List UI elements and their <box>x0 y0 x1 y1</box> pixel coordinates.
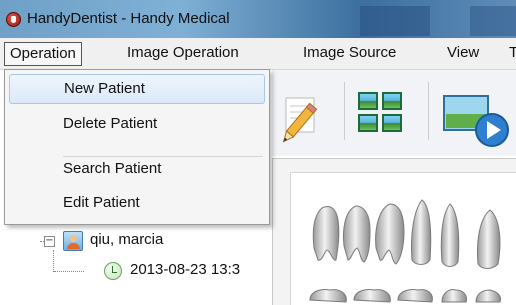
window-title: HandyDentist - Handy Medical <box>27 10 230 27</box>
app-icon <box>6 12 21 27</box>
toolbar-separator <box>344 82 345 140</box>
tree-connector <box>54 271 84 272</box>
patient-icon <box>63 231 83 251</box>
tree-patient-name[interactable]: qiu, marcia <box>90 231 163 248</box>
title-bar-region <box>360 6 430 36</box>
toolbar-separator <box>428 82 429 140</box>
menu-image-source[interactable]: Image Source <box>298 42 401 66</box>
tree-connector <box>53 250 54 272</box>
title-bar: HandyDentist - Handy Medical <box>0 0 516 38</box>
menu-item-new-patient[interactable]: New Patient <box>9 74 265 104</box>
tooth-chart-icon[interactable] <box>300 190 516 305</box>
slideshow-play-icon[interactable] <box>442 88 512 148</box>
visit-clock-icon <box>104 262 122 280</box>
menu-more[interactable]: T <box>504 42 516 66</box>
menu-item-edit-patient[interactable]: Edit Patient <box>9 188 265 218</box>
menu-image-operation[interactable]: Image Operation <box>122 42 244 66</box>
grid-view-icon[interactable] <box>358 92 406 136</box>
tree-visit-date[interactable]: 2013-08-23 13:3 <box>130 261 272 278</box>
pencil-icon[interactable] <box>272 92 320 152</box>
operation-dropdown-menu: New Patient Delete Patient Search Patien… <box>4 69 270 225</box>
menu-bar: Operation Image Operation Image Source V… <box>0 38 516 70</box>
title-bar-region <box>470 6 516 36</box>
collapse-icon[interactable]: − <box>44 236 55 247</box>
menu-item-search-patient[interactable]: Search Patient <box>9 154 265 184</box>
menu-item-delete-patient[interactable]: Delete Patient <box>9 109 265 139</box>
menu-operation[interactable]: Operation <box>4 42 82 66</box>
menu-view[interactable]: View <box>442 42 484 66</box>
